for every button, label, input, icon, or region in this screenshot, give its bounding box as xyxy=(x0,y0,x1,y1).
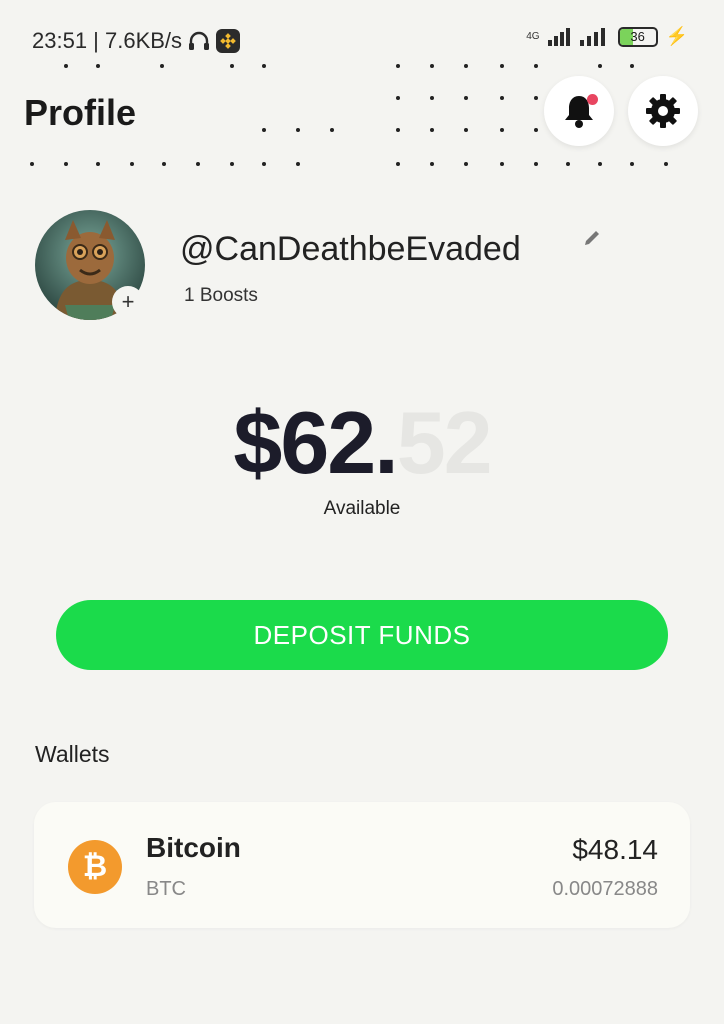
bitcoin-icon: ₿ xyxy=(68,840,122,894)
charging-icon: ⚡ xyxy=(665,26,688,46)
decorative-dot xyxy=(534,128,538,132)
decorative-dot xyxy=(464,128,468,132)
decorative-dot xyxy=(630,64,634,68)
balance-cents: 52 xyxy=(396,393,493,492)
status-bar-left: 23:51 | 7.6KB/s xyxy=(32,28,241,54)
boosts-count: 1 Boosts xyxy=(184,285,258,306)
decorative-dot xyxy=(130,162,134,166)
balance-amount: $62.52 xyxy=(0,392,724,494)
decorative-dot xyxy=(262,128,266,132)
decorative-dot xyxy=(598,162,602,166)
decorative-dot xyxy=(430,96,434,100)
decorative-dot xyxy=(262,64,266,68)
wallets-section-title: Wallets xyxy=(35,741,110,767)
notifications-button[interactable] xyxy=(544,76,614,146)
decorative-dot xyxy=(598,64,602,68)
decorative-dot xyxy=(230,162,234,166)
status-time-speed: 23:51 | 7.6KB/s xyxy=(32,28,183,53)
binance-icon xyxy=(216,29,241,53)
wallet-name: Bitcoin xyxy=(146,832,241,863)
status-bar-right: 4G 36 ⚡ xyxy=(526,26,688,47)
decorative-dot xyxy=(396,128,400,132)
signal-icon-2 xyxy=(579,27,605,46)
add-avatar-button[interactable]: + xyxy=(112,286,144,318)
balance-label: Available xyxy=(323,498,401,519)
decorative-dot xyxy=(396,96,400,100)
edit-pencil-icon[interactable] xyxy=(582,228,602,248)
decorative-dot xyxy=(196,162,200,166)
decorative-dot xyxy=(664,162,668,166)
wallet-crypto-amount: 0.00072888 xyxy=(552,878,658,900)
decorative-dot xyxy=(96,162,100,166)
decorative-dot xyxy=(500,128,504,132)
decorative-dot xyxy=(330,128,334,132)
decorative-dot xyxy=(500,64,504,68)
decorative-dot xyxy=(430,64,434,68)
decorative-dot xyxy=(464,64,468,68)
decorative-dot xyxy=(500,162,504,166)
decorative-dot xyxy=(162,162,166,166)
decorative-dot xyxy=(396,162,400,166)
network-type-label: 4G xyxy=(526,30,540,42)
decorative-dot xyxy=(64,64,68,68)
wallet-ticker: BTC xyxy=(146,878,186,900)
decorative-dot xyxy=(500,96,504,100)
username-handle: @CanDeathbeEvaded xyxy=(180,230,521,268)
notification-badge xyxy=(587,94,598,105)
decorative-dot xyxy=(534,162,538,166)
settings-button[interactable] xyxy=(628,76,698,146)
decorative-dot xyxy=(296,128,300,132)
wallet-card-bitcoin[interactable]: ₿ Bitcoin BTC $48.14 0.00072888 xyxy=(34,802,690,928)
deposit-funds-button[interactable]: DEPOSIT FUNDS xyxy=(56,600,668,670)
decorative-dot xyxy=(464,162,468,166)
decorative-dot xyxy=(630,162,634,166)
battery-indicator: 36 xyxy=(617,26,658,47)
battery-level-label: 36 xyxy=(630,29,645,44)
decorative-dot xyxy=(566,162,570,166)
headphones-icon xyxy=(189,31,210,50)
decorative-dot xyxy=(296,162,300,166)
decorative-dot xyxy=(230,64,234,68)
balance-dollars: $62. xyxy=(233,393,398,492)
decorative-dot xyxy=(160,64,164,68)
wallet-usd-value: $48.14 xyxy=(572,834,658,865)
decorative-dot xyxy=(262,162,266,166)
decorative-dot xyxy=(534,64,538,68)
decorative-dot xyxy=(430,162,434,166)
decorative-dot xyxy=(396,64,400,68)
decorative-dot xyxy=(430,128,434,132)
decorative-dot xyxy=(64,162,68,166)
page-title: Profile xyxy=(24,92,137,133)
decorative-dot xyxy=(96,64,100,68)
decorative-dot xyxy=(464,96,468,100)
gear-icon xyxy=(646,94,680,128)
decorative-dot xyxy=(30,162,34,166)
decorative-dot xyxy=(534,96,538,100)
signal-icon xyxy=(547,27,570,46)
